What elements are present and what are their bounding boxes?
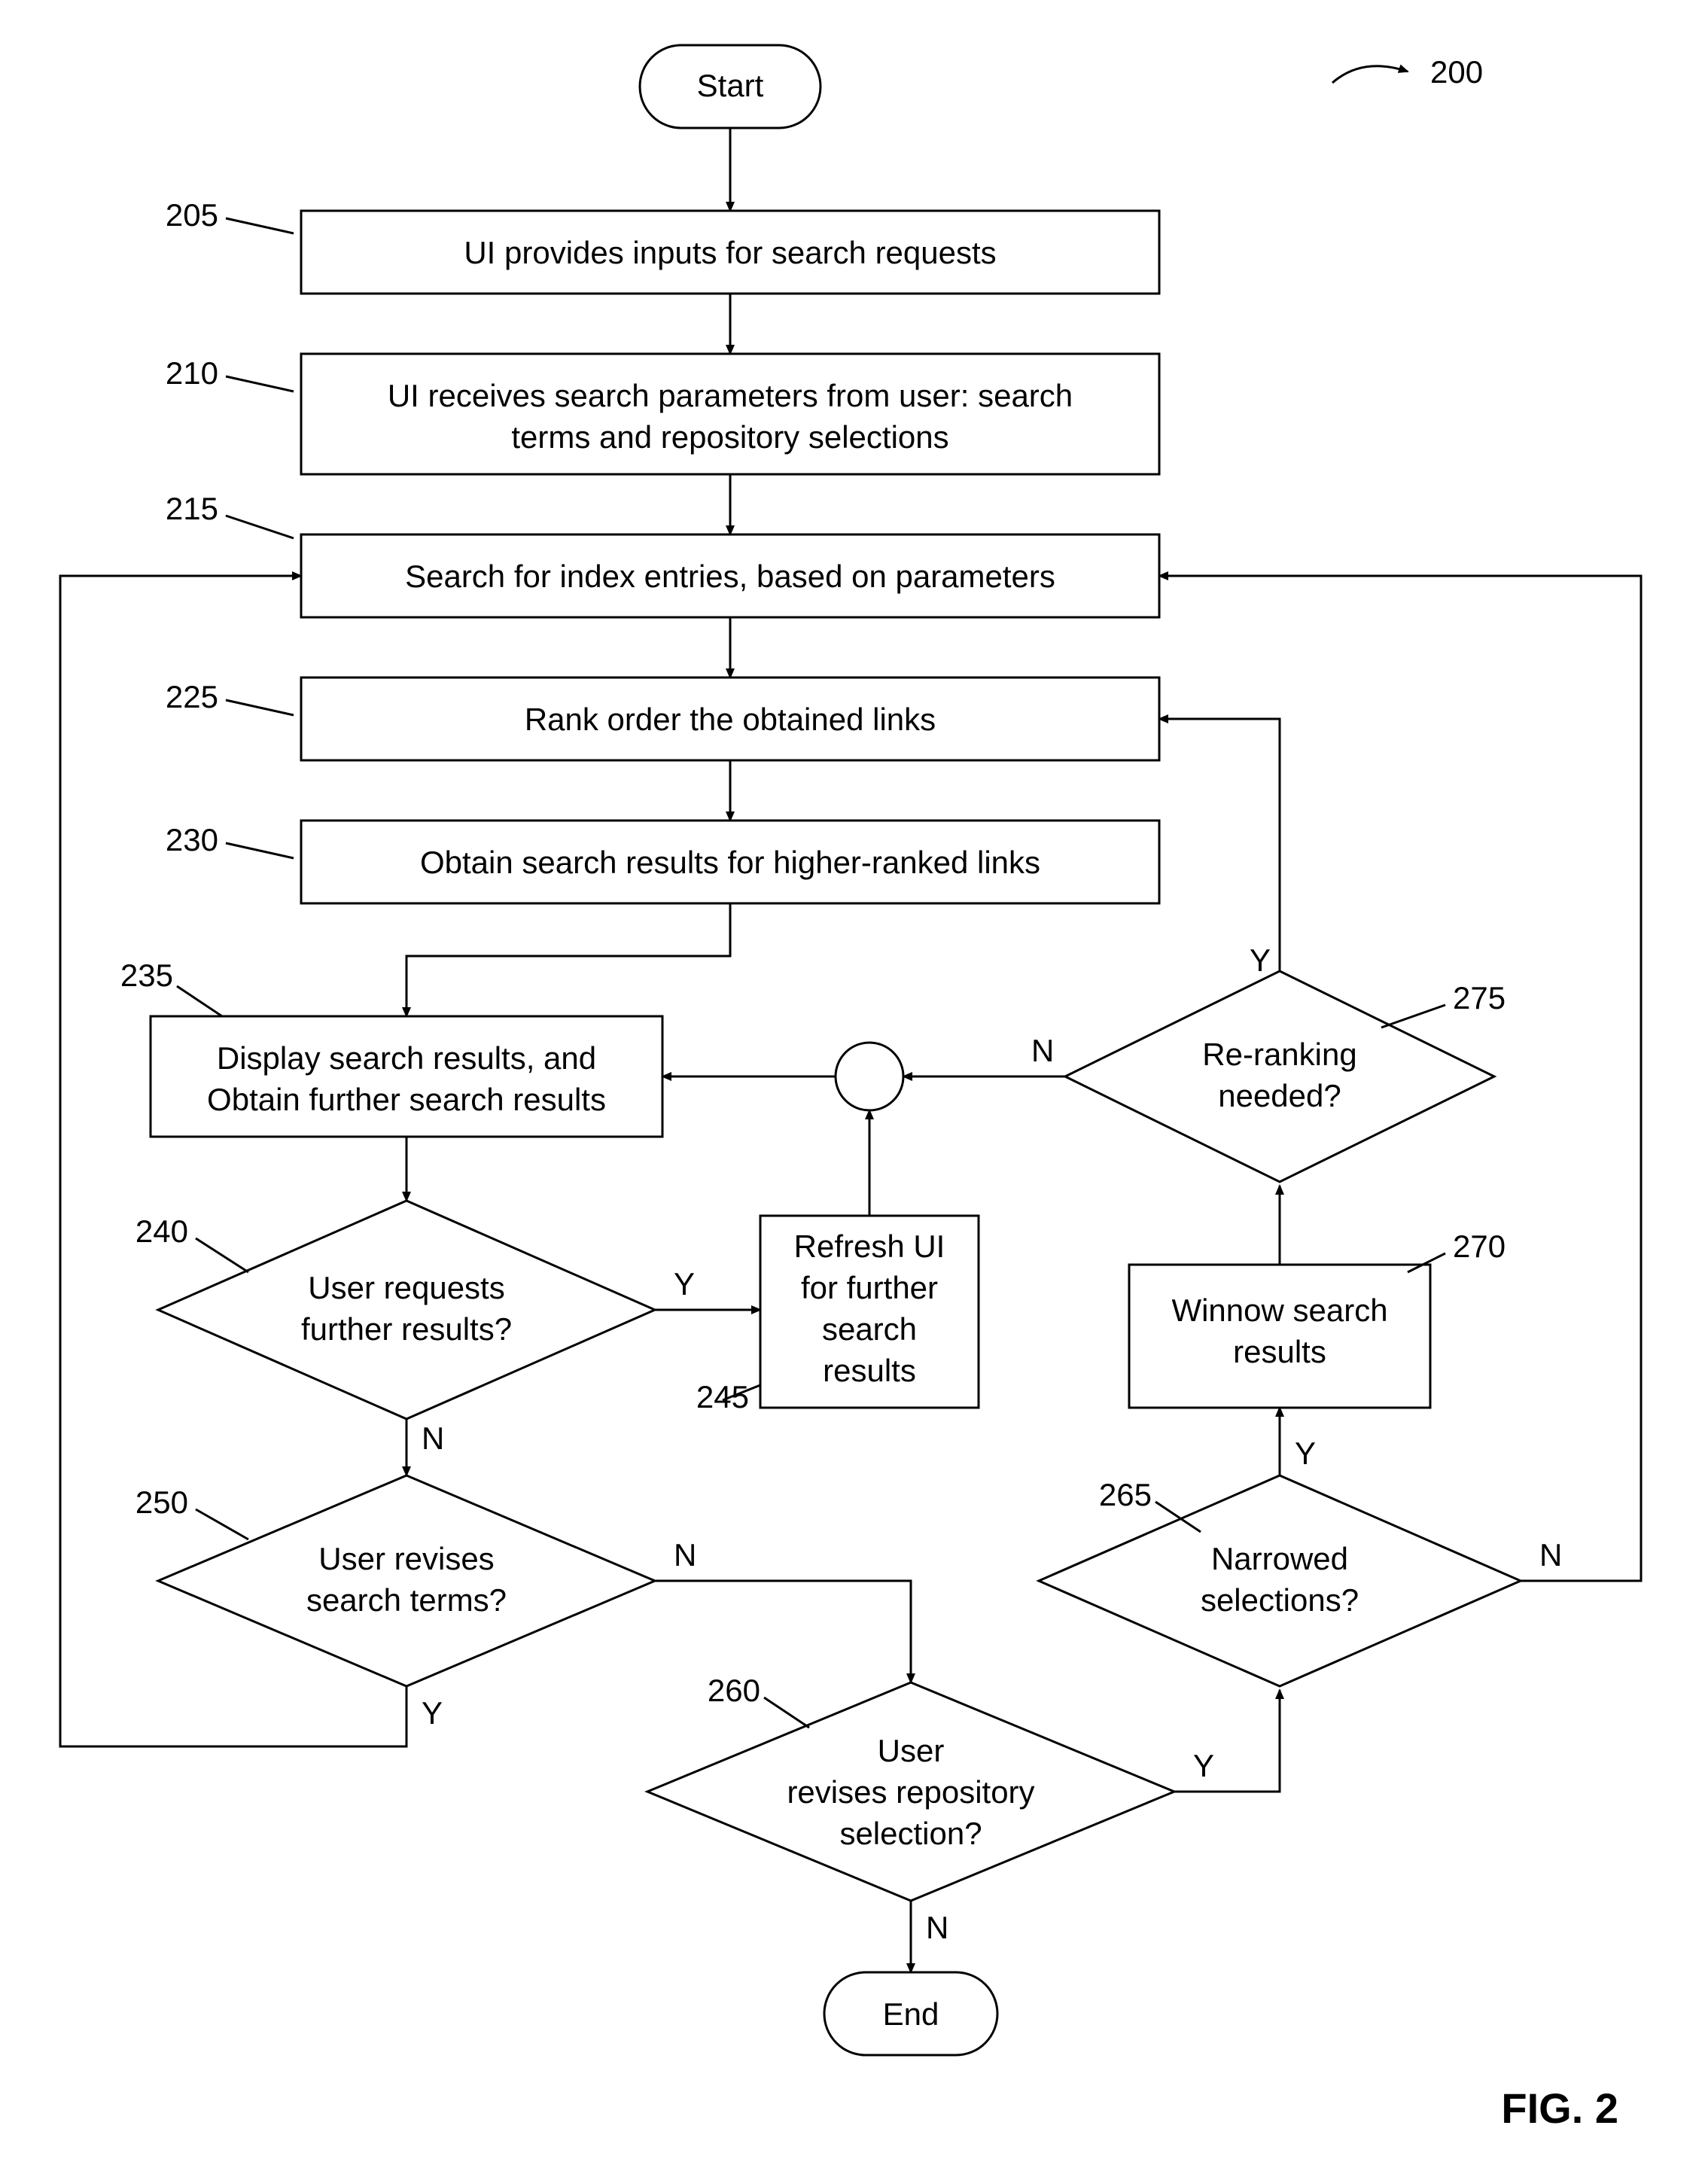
svg-text:Obtain further search results: Obtain further search results bbox=[207, 1082, 606, 1117]
svg-text:further results?: further results? bbox=[301, 1311, 512, 1347]
svg-text:UI receives search parameters: UI receives search parameters from user:… bbox=[388, 378, 1073, 413]
ref-275: 275 bbox=[1453, 980, 1506, 1015]
node-270: Winnow search results 270 bbox=[1129, 1229, 1506, 1408]
svg-text:User requests: User requests bbox=[308, 1270, 504, 1305]
svg-text:UI provides inputs for search: UI provides inputs for search requests bbox=[464, 235, 996, 270]
edge-275-225 bbox=[1159, 719, 1280, 971]
node-235: Display search results, and Obtain furth… bbox=[120, 958, 662, 1137]
node-260: User revises repository selection? 260 bbox=[647, 1673, 1174, 1901]
svg-text:Re-ranking: Re-ranking bbox=[1202, 1037, 1356, 1072]
svg-text:results: results bbox=[1233, 1334, 1326, 1369]
svg-text:selections?: selections? bbox=[1201, 1582, 1359, 1618]
node-end: End bbox=[824, 1972, 997, 2055]
svg-text:selection?: selection? bbox=[839, 1816, 982, 1851]
svg-text:User revises: User revises bbox=[318, 1541, 494, 1576]
node-215: Search for index entries, based on param… bbox=[166, 491, 1159, 617]
label-265-Y: Y bbox=[1295, 1436, 1316, 1471]
label-275-N: N bbox=[1031, 1033, 1054, 1068]
node-junction bbox=[836, 1043, 903, 1110]
node-250: User revises search terms? 250 bbox=[135, 1475, 655, 1686]
svg-text:End: End bbox=[883, 1996, 939, 2032]
ref-215: 215 bbox=[166, 491, 218, 526]
ref-265: 265 bbox=[1099, 1477, 1152, 1512]
svg-text:Search for index entries, base: Search for index entries, based on param… bbox=[405, 559, 1055, 594]
label-240-N: N bbox=[422, 1420, 444, 1456]
svg-text:needed?: needed? bbox=[1218, 1078, 1341, 1113]
svg-text:for further: for further bbox=[801, 1270, 938, 1305]
svg-text:Narrowed: Narrowed bbox=[1211, 1541, 1348, 1576]
node-265: Narrowed selections? 265 bbox=[1039, 1475, 1521, 1686]
svg-text:search terms?: search terms? bbox=[306, 1582, 507, 1618]
node-230: Obtain search results for higher-ranked … bbox=[166, 821, 1159, 903]
svg-text:Refresh UI: Refresh UI bbox=[794, 1229, 945, 1264]
label-275-Y: Y bbox=[1250, 942, 1271, 978]
label-265-N: N bbox=[1539, 1537, 1562, 1573]
svg-text:Start: Start bbox=[697, 68, 764, 103]
label-250-N: N bbox=[674, 1537, 696, 1573]
svg-text:search: search bbox=[822, 1311, 917, 1347]
figure-label: FIG. 2 bbox=[1501, 2084, 1618, 2132]
svg-text:User: User bbox=[878, 1733, 945, 1768]
svg-text:results: results bbox=[823, 1353, 916, 1388]
node-205: UI provides inputs for search requests 2… bbox=[166, 197, 1159, 294]
svg-text:Display search results, and: Display search results, and bbox=[217, 1040, 596, 1076]
ref-205: 205 bbox=[166, 197, 218, 233]
svg-text:Obtain search results for high: Obtain search results for higher-ranked … bbox=[420, 845, 1040, 880]
ref-235: 235 bbox=[120, 958, 173, 993]
node-start: Start bbox=[640, 45, 821, 128]
ref-200: 200 bbox=[1430, 54, 1483, 90]
ref-240: 240 bbox=[135, 1213, 188, 1249]
ref-260: 260 bbox=[708, 1673, 760, 1708]
node-210: UI receives search parameters from user:… bbox=[166, 354, 1159, 474]
edge-250-260 bbox=[655, 1581, 911, 1682]
edge-230-235 bbox=[406, 903, 730, 1016]
svg-text:Rank order the obtained links: Rank order the obtained links bbox=[525, 702, 936, 737]
ref-250: 250 bbox=[135, 1484, 188, 1520]
ref-230: 230 bbox=[166, 822, 218, 857]
label-250-Y: Y bbox=[422, 1695, 443, 1731]
node-240: User requests further results? 240 bbox=[135, 1201, 655, 1419]
node-245: Refresh UI for further search results 24… bbox=[696, 1216, 979, 1414]
ref-210: 210 bbox=[166, 355, 218, 391]
ref-270: 270 bbox=[1453, 1229, 1506, 1264]
label-260-N: N bbox=[926, 1910, 948, 1945]
svg-text:terms and repository selection: terms and repository selections bbox=[511, 419, 948, 455]
svg-text:Winnow search: Winnow search bbox=[1171, 1293, 1387, 1328]
node-225: Rank order the obtained links 225 bbox=[166, 678, 1159, 760]
ref-225: 225 bbox=[166, 679, 218, 714]
ref-245: 245 bbox=[696, 1379, 749, 1414]
flowchart-figure: 200 Start UI provides inputs for search … bbox=[0, 0, 1708, 2168]
label-240-Y: Y bbox=[674, 1266, 695, 1302]
svg-text:revises repository: revises repository bbox=[787, 1774, 1034, 1810]
node-275: Re-ranking needed? 275 bbox=[1065, 971, 1506, 1182]
overall-ref: 200 bbox=[1332, 54, 1483, 90]
label-260-Y: Y bbox=[1193, 1748, 1214, 1783]
edge-260-265 bbox=[1174, 1690, 1280, 1792]
